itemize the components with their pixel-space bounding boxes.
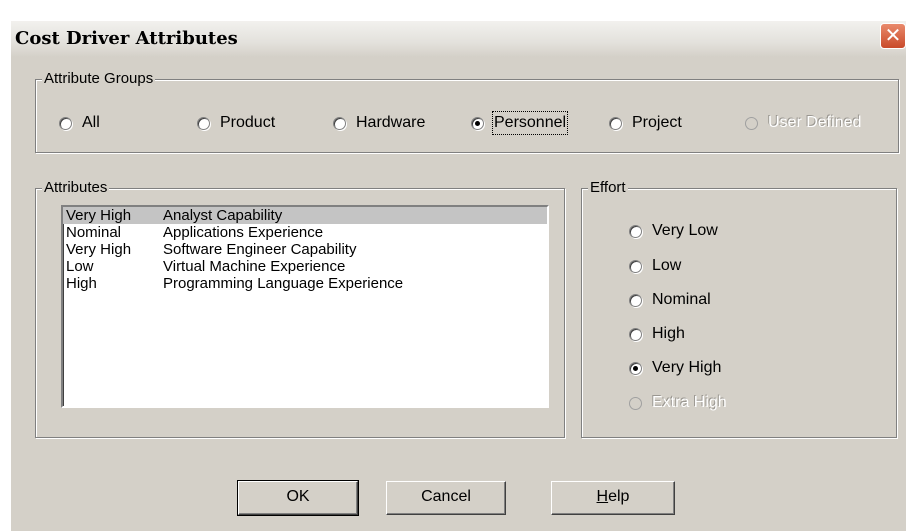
radio-label: Very High xyxy=(652,359,722,376)
group-radio-all[interactable]: All xyxy=(59,113,100,133)
radio-button-icon xyxy=(333,116,346,130)
radio-label: Extra High xyxy=(652,394,727,411)
radio-button-icon xyxy=(629,259,642,273)
effort-radio-low[interactable]: Low xyxy=(629,256,681,276)
radio-button-icon xyxy=(609,116,622,130)
radio-button-icon xyxy=(59,116,72,130)
radio-label: Hardware xyxy=(356,114,426,131)
help-mnemonic: H xyxy=(596,488,609,505)
radio-button-icon xyxy=(629,224,642,238)
list-item[interactable]: Nominal Applications Experience xyxy=(63,224,547,241)
attributes-listbox[interactable]: Very High Analyst Capability Nominal App… xyxy=(61,205,549,408)
attributes-legend: Attributes xyxy=(42,179,110,197)
cancel-button-label: Cancel xyxy=(421,488,471,505)
radio-button-icon xyxy=(745,116,758,130)
title-bar[interactable]: Cost Driver Attributes ✕ xyxy=(11,21,906,57)
dialog-title: Cost Driver Attributes xyxy=(15,28,238,49)
attribute-name: Analyst Capability xyxy=(163,207,283,224)
group-radio-project[interactable]: Project xyxy=(609,113,682,133)
radio-label: Project xyxy=(632,114,682,131)
group-radio-product[interactable]: Product xyxy=(197,113,275,133)
help-button-label: elp xyxy=(608,488,630,505)
attribute-level: Nominal xyxy=(66,224,122,241)
effort-radio-very-high[interactable]: Very High xyxy=(629,358,721,378)
attribute-name: Virtual Machine Experience xyxy=(163,258,346,275)
list-item[interactable]: Low Virtual Machine Experience xyxy=(63,258,547,275)
radio-button-icon xyxy=(629,327,642,341)
attribute-groups-legend: Attribute Groups xyxy=(42,70,156,88)
radio-label: User Defined xyxy=(768,114,862,131)
cost-driver-dialog: Cost Driver Attributes ✕ Attribute Group… xyxy=(10,20,906,531)
radio-label: Low xyxy=(652,257,682,274)
attribute-level: Very High xyxy=(66,241,132,258)
attribute-name: Software Engineer Capability xyxy=(163,241,357,258)
list-item[interactable]: Very High Analyst Capability xyxy=(63,207,547,224)
attribute-name: Programming Language Experience xyxy=(163,275,404,292)
radio-label: High xyxy=(652,325,685,342)
list-item[interactable]: Very High Software Engineer Capability xyxy=(63,241,547,258)
group-radio-user-defined[interactable]: User Defined xyxy=(745,113,861,133)
radio-button-icon xyxy=(197,116,210,130)
attribute-level: High xyxy=(66,275,97,292)
radio-label: Very Low xyxy=(652,222,718,239)
list-item[interactable]: High Programming Language Experience xyxy=(63,275,547,292)
effort-radio-high[interactable]: High xyxy=(629,324,685,344)
effort-legend: Effort xyxy=(588,179,628,197)
attribute-level: Very High xyxy=(66,207,132,224)
effort-radio-nominal[interactable]: Nominal xyxy=(629,290,711,310)
group-radio-hardware[interactable]: Hardware xyxy=(333,113,425,133)
radio-button-icon xyxy=(629,396,642,410)
ok-button-label: OK xyxy=(286,488,310,505)
radio-label: Nominal xyxy=(652,291,711,308)
radio-button-icon xyxy=(629,293,642,307)
effort-radio-very-low[interactable]: Very Low xyxy=(629,221,718,241)
radio-label: Product xyxy=(220,114,276,131)
effort-radio-extra-high[interactable]: Extra High xyxy=(629,393,727,413)
cancel-button[interactable]: Cancel xyxy=(386,481,506,515)
group-radio-personnel[interactable]: Personnel xyxy=(471,111,569,135)
radio-selected-icon xyxy=(629,361,642,375)
attribute-level: Low xyxy=(66,258,94,275)
help-button[interactable]: Help xyxy=(551,481,675,515)
attribute-name: Applications Experience xyxy=(163,224,324,241)
radio-label: All xyxy=(82,114,100,131)
radio-selected-icon xyxy=(471,116,484,130)
ok-button[interactable]: OK xyxy=(237,480,359,516)
close-icon[interactable]: ✕ xyxy=(880,23,906,49)
radio-label: Personnel xyxy=(491,111,569,135)
